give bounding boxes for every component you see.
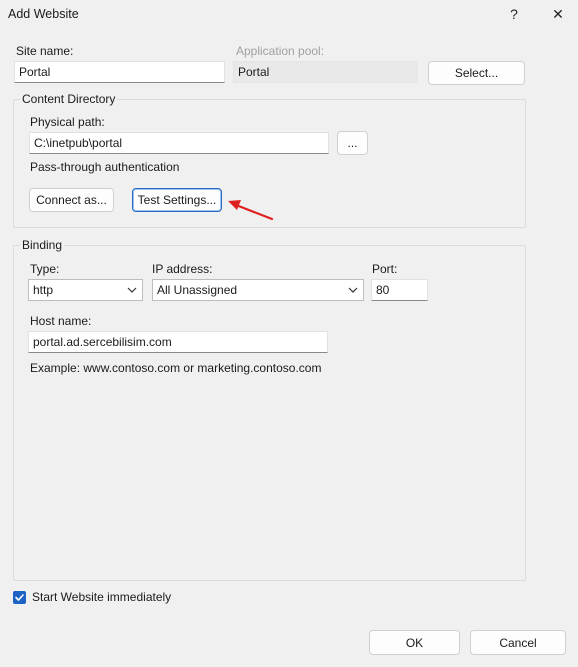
ip-address-label: IP address: — [152, 262, 213, 276]
cancel-button[interactable]: Cancel — [470, 630, 566, 655]
start-immediately-label: Start Website immediately — [32, 590, 172, 604]
chevron-down-icon — [348, 287, 358, 293]
checkmark-icon — [15, 594, 24, 601]
type-value: http — [33, 283, 54, 297]
host-name-label: Host name: — [30, 314, 92, 328]
type-select[interactable]: http — [28, 279, 143, 301]
ok-button[interactable]: OK — [369, 630, 460, 655]
ip-address-value: All Unassigned — [157, 283, 238, 297]
close-button[interactable]: ✕ — [541, 0, 575, 28]
physical-path-label: Physical path: — [30, 115, 105, 129]
port-label: Port: — [372, 262, 398, 276]
start-immediately-checkbox[interactable] — [13, 591, 26, 604]
content-directory-title: Content Directory — [20, 92, 118, 106]
close-icon: ✕ — [552, 5, 564, 22]
app-pool-label: Application pool: — [236, 44, 325, 58]
help-icon: ? — [510, 6, 518, 22]
passthrough-auth-label: Pass-through authentication — [30, 160, 180, 174]
host-name-input[interactable]: portal.ad.sercebilisim.com — [28, 331, 328, 353]
site-name-label: Site name: — [16, 44, 74, 58]
chevron-down-icon — [127, 287, 137, 293]
ip-address-select[interactable]: All Unassigned — [152, 279, 364, 301]
annotation-arrow-icon — [228, 200, 274, 221]
connect-as-button[interactable]: Connect as... — [29, 188, 114, 212]
app-pool-field: Portal — [233, 61, 418, 83]
select-app-pool-button[interactable]: Select... — [428, 61, 525, 85]
test-settings-button[interactable]: Test Settings... — [132, 188, 222, 212]
window-title: Add Website — [8, 7, 79, 21]
browse-button[interactable]: ... — [337, 131, 368, 155]
physical-path-input[interactable]: C:\inetpub\portal — [29, 132, 329, 154]
binding-title: Binding — [20, 238, 65, 252]
port-input[interactable]: 80 — [371, 279, 428, 301]
type-label: Type: — [30, 262, 60, 276]
host-example-text: Example: www.contoso.com or marketing.co… — [30, 361, 322, 375]
site-name-input[interactable]: Portal — [14, 61, 225, 83]
help-button[interactable]: ? — [497, 0, 531, 28]
